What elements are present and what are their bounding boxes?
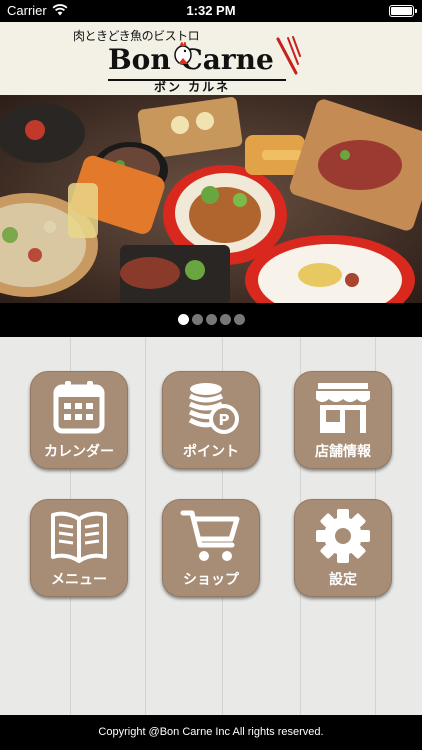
logo-kana: ボン カルネ (154, 80, 231, 94)
shop-button[interactable]: ショップ (162, 499, 260, 597)
wood-plank-divider (145, 337, 146, 715)
shopping-cart-icon (162, 505, 260, 571)
gear-icon (294, 505, 392, 571)
page-indicator[interactable] (0, 314, 422, 325)
points-label: ポイント (183, 444, 239, 460)
calendar-icon (30, 377, 128, 443)
status-time: 1:32 PM (186, 3, 236, 18)
copyright-text: Copyright @Bon Carne Inc All rights rese… (98, 726, 324, 738)
page-dot-5[interactable] (233, 314, 245, 325)
storefront-icon (294, 377, 392, 443)
calendar-button[interactable]: カレンダー (30, 371, 128, 469)
menu-grid: カレンダー P ポイント 店舗情報 メニュー ショップ 設定 (0, 337, 422, 715)
app-header: 肉ときどき魚のビストロ Bon Carne ボン カルネ (0, 22, 422, 95)
banner-food-photo (0, 95, 422, 303)
page-dot-1[interactable] (177, 314, 189, 325)
status-bar: Carrier 1:32 PM (0, 0, 422, 22)
settings-button[interactable]: 設定 (294, 499, 392, 597)
points-button[interactable]: P ポイント (162, 371, 260, 469)
store-info-button[interactable]: 店舗情報 (294, 371, 392, 469)
store-info-label: 店舗情報 (315, 444, 371, 460)
calendar-label: カレンダー (44, 444, 114, 460)
svg-text:P: P (219, 411, 230, 429)
settings-label: 設定 (329, 572, 357, 588)
battery-icon (389, 5, 417, 17)
banner-slideshow[interactable] (0, 95, 422, 303)
footer: Copyright @Bon Carne Inc All rights rese… (0, 715, 422, 750)
menu-button[interactable]: メニュー (30, 499, 128, 597)
shop-label: ショップ (183, 572, 239, 588)
chicken-logo-icon (172, 40, 194, 72)
book-icon (30, 505, 128, 571)
points-coins-icon: P (162, 377, 260, 443)
knife-fork-logo-icon (274, 36, 302, 80)
pager-strip (0, 303, 422, 337)
page-dot-2[interactable] (191, 314, 203, 325)
page-dot-3[interactable] (205, 314, 217, 325)
page-dot-4[interactable] (219, 314, 231, 325)
menu-label: メニュー (51, 572, 107, 588)
